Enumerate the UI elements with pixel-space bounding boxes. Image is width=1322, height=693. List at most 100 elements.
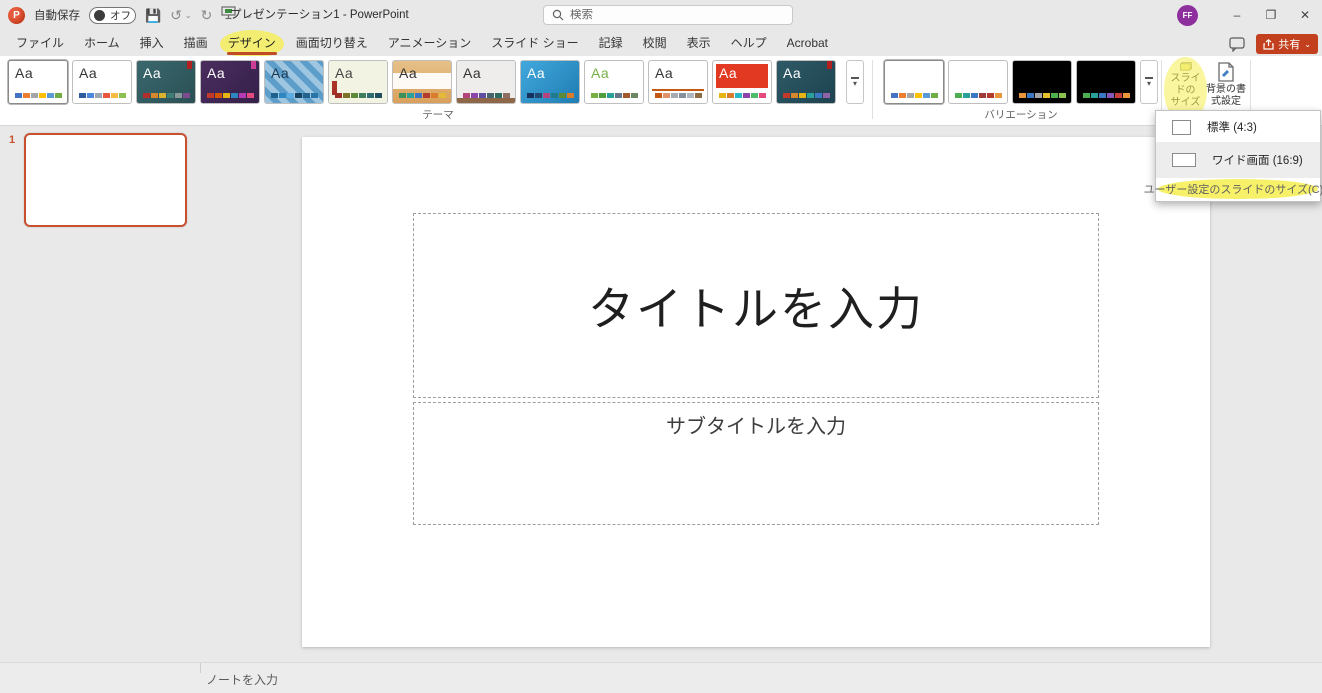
user-avatar[interactable]: FF: [1177, 4, 1198, 26]
menu-item-3[interactable]: ユーザー設定のスライドのサイズ(C)...: [1144, 178, 1322, 200]
theme-accent-mark: [827, 61, 832, 69]
theme-color-palette: [891, 93, 938, 98]
variant-thumbnail-1[interactable]: [884, 60, 944, 104]
redo-icon[interactable]: ↻: [201, 8, 213, 22]
comment-icon: [1229, 36, 1245, 52]
tab-Acrobat[interactable]: Acrobat: [777, 30, 838, 56]
theme-color-palette: [335, 93, 382, 98]
theme-thumbnail-5[interactable]: Aa: [264, 60, 324, 104]
tab-ファイル[interactable]: ファイル: [6, 30, 74, 56]
menu-item-1[interactable]: 標準 (4:3): [1156, 112, 1320, 142]
tab-アニメーション[interactable]: アニメーション: [378, 30, 482, 56]
powerpoint-window: P 自動保存 オフ 💾 ↺ ⌄ ↻ ⌄ プレゼンテーション1 - PowerPoi…: [0, 0, 1322, 693]
variants-more-button[interactable]: ▾: [1140, 60, 1158, 104]
theme-color-palette: [15, 93, 62, 98]
variants-group-label: バリエーション: [984, 109, 1058, 121]
notes-pane[interactable]: ノートを入力: [0, 662, 1322, 693]
save-icon[interactable]: 💾: [145, 9, 161, 22]
theme-aa-sample: Aa: [527, 65, 546, 81]
tab-スライド ショー[interactable]: スライド ショー: [481, 30, 588, 56]
theme-thumbnail-8[interactable]: Aa: [456, 60, 516, 104]
tab-label: デザイン: [227, 36, 276, 50]
theme-aa-sample: Aa: [719, 65, 738, 81]
slide-size-label-line1: スライドの: [1170, 73, 1201, 96]
tab-label: アニメーション: [387, 36, 472, 50]
search-input[interactable]: [570, 9, 784, 21]
tab-挿入[interactable]: 挿入: [130, 30, 174, 56]
theme-thumbnail-11[interactable]: Aa: [648, 60, 708, 104]
titlebar-right: FF – ❐ ✕: [1177, 0, 1322, 30]
subtitle-placeholder-text: サブタイトルを入力: [666, 416, 846, 438]
tab-label: ホーム: [84, 36, 120, 50]
theme-thumbnail-1[interactable]: Aa: [8, 60, 68, 104]
theme-thumbnail-3[interactable]: Aa: [136, 60, 196, 104]
minimize-button[interactable]: –: [1220, 0, 1254, 30]
theme-color-palette: [143, 93, 190, 98]
slide-size-menu: 標準 (4:3) ワイド画面 (16:9) ユーザー設定のスライドのサイズ(C)..…: [1144, 110, 1322, 202]
powerpoint-logo-icon: P: [8, 6, 25, 24]
theme-thumbnail-12[interactable]: Aa: [712, 60, 772, 104]
theme-thumbnail-9[interactable]: Aa: [520, 60, 580, 104]
tab-label: 挿入: [139, 36, 164, 50]
title-bar: P 自動保存 オフ 💾 ↺ ⌄ ↻ ⌄ プレゼンテーション1 - PowerPoi…: [0, 0, 1322, 30]
restore-button[interactable]: ❐: [1254, 0, 1288, 30]
theme-color-palette: [79, 93, 126, 98]
comments-button[interactable]: [1226, 34, 1248, 54]
menu-item-label: ワイド画面 (16:9): [1212, 155, 1303, 167]
theme-base-strip: [457, 98, 515, 103]
ribbon-tab-row: ファイル ホーム 挿入 描画 デザイン 画面切り替え アニメーション スライド ショー 記録 校閲…: [0, 30, 1322, 58]
theme-aa-sample: Aa: [143, 65, 162, 81]
slide-canvas[interactable]: タイトルを入力 サブタイトルを入力: [302, 137, 1210, 647]
ribbon-design: Aa Aa Aa Aa Aa Aa Aa Aa Aa Aa Aa Aa Aa ▾ テーマ ▾ バリエーシ…: [0, 56, 1322, 126]
menu-item-2[interactable]: ワイド画面 (16:9): [1156, 142, 1320, 178]
theme-color-palette: [463, 93, 510, 98]
slide-thumbnail[interactable]: [24, 133, 187, 227]
slide-size-icon: [1179, 62, 1192, 71]
theme-aa-sample: Aa: [79, 65, 98, 81]
tab-label: 校閲: [642, 36, 667, 50]
tab-label: 描画: [183, 36, 208, 50]
variant-thumbnail-2[interactable]: [948, 60, 1008, 104]
theme-gallery: Aa Aa Aa Aa Aa Aa Aa Aa Aa Aa Aa Aa Aa: [8, 60, 836, 104]
subtitle-placeholder[interactable]: サブタイトルを入力: [413, 402, 1099, 525]
variant-thumbnail-3[interactable]: [1012, 60, 1072, 104]
group-separator: [872, 60, 873, 119]
search-box[interactable]: [543, 5, 793, 25]
tab-ヘルプ[interactable]: ヘルプ: [721, 30, 777, 56]
autosave-toggle[interactable]: オフ: [89, 6, 136, 24]
tab-デザイン[interactable]: デザイン: [218, 30, 286, 58]
theme-color-palette: [655, 93, 702, 98]
slide-number: 1: [9, 134, 16, 146]
tab-校閲[interactable]: 校閲: [633, 30, 677, 56]
ribbon-tabs: ファイル ホーム 挿入 描画 デザイン 画面切り替え アニメーション スライド ショー 記録 校閲…: [6, 30, 838, 58]
theme-thumbnail-10[interactable]: Aa: [584, 60, 644, 104]
tab-ホーム[interactable]: ホーム: [74, 30, 130, 56]
share-button[interactable]: 共有 ⌄: [1256, 34, 1318, 54]
theme-accent-mark: [251, 61, 256, 69]
variant-thumbnail-4[interactable]: [1076, 60, 1136, 104]
tab-画面切り替え[interactable]: 画面切り替え: [286, 30, 378, 56]
gallery-more-caret-icon: ▾: [852, 78, 857, 88]
search-icon: [552, 9, 564, 21]
theme-thumbnail-7[interactable]: Aa: [392, 60, 452, 104]
tab-描画[interactable]: 描画: [174, 30, 218, 56]
tab-記録[interactable]: 記録: [589, 30, 633, 56]
theme-thumbnail-13[interactable]: Aa: [776, 60, 836, 104]
theme-thumbnail-4[interactable]: Aa: [200, 60, 260, 104]
tab-label: ファイル: [16, 36, 65, 50]
title-placeholder[interactable]: タイトルを入力: [413, 213, 1099, 398]
tab-label: スライド ショー: [491, 36, 579, 50]
undo-caret-icon[interactable]: ⌄: [185, 11, 192, 20]
tab-label: Acrobat: [786, 36, 829, 50]
theme-color-palette: [207, 93, 254, 98]
theme-thumbnail-6[interactable]: Aa: [328, 60, 388, 104]
tabrow-right: 共有 ⌄: [1226, 32, 1318, 56]
theme-aa-sample: Aa: [783, 65, 802, 81]
undo-icon[interactable]: ↺: [170, 8, 182, 22]
autosave-label: 自動保存: [34, 10, 80, 22]
tab-表示[interactable]: 表示: [677, 30, 721, 56]
themes-more-button[interactable]: ▾: [846, 60, 864, 104]
theme-thumbnail-2[interactable]: Aa: [72, 60, 132, 104]
theme-aa-sample: Aa: [207, 65, 226, 81]
close-button[interactable]: ✕: [1288, 0, 1322, 30]
